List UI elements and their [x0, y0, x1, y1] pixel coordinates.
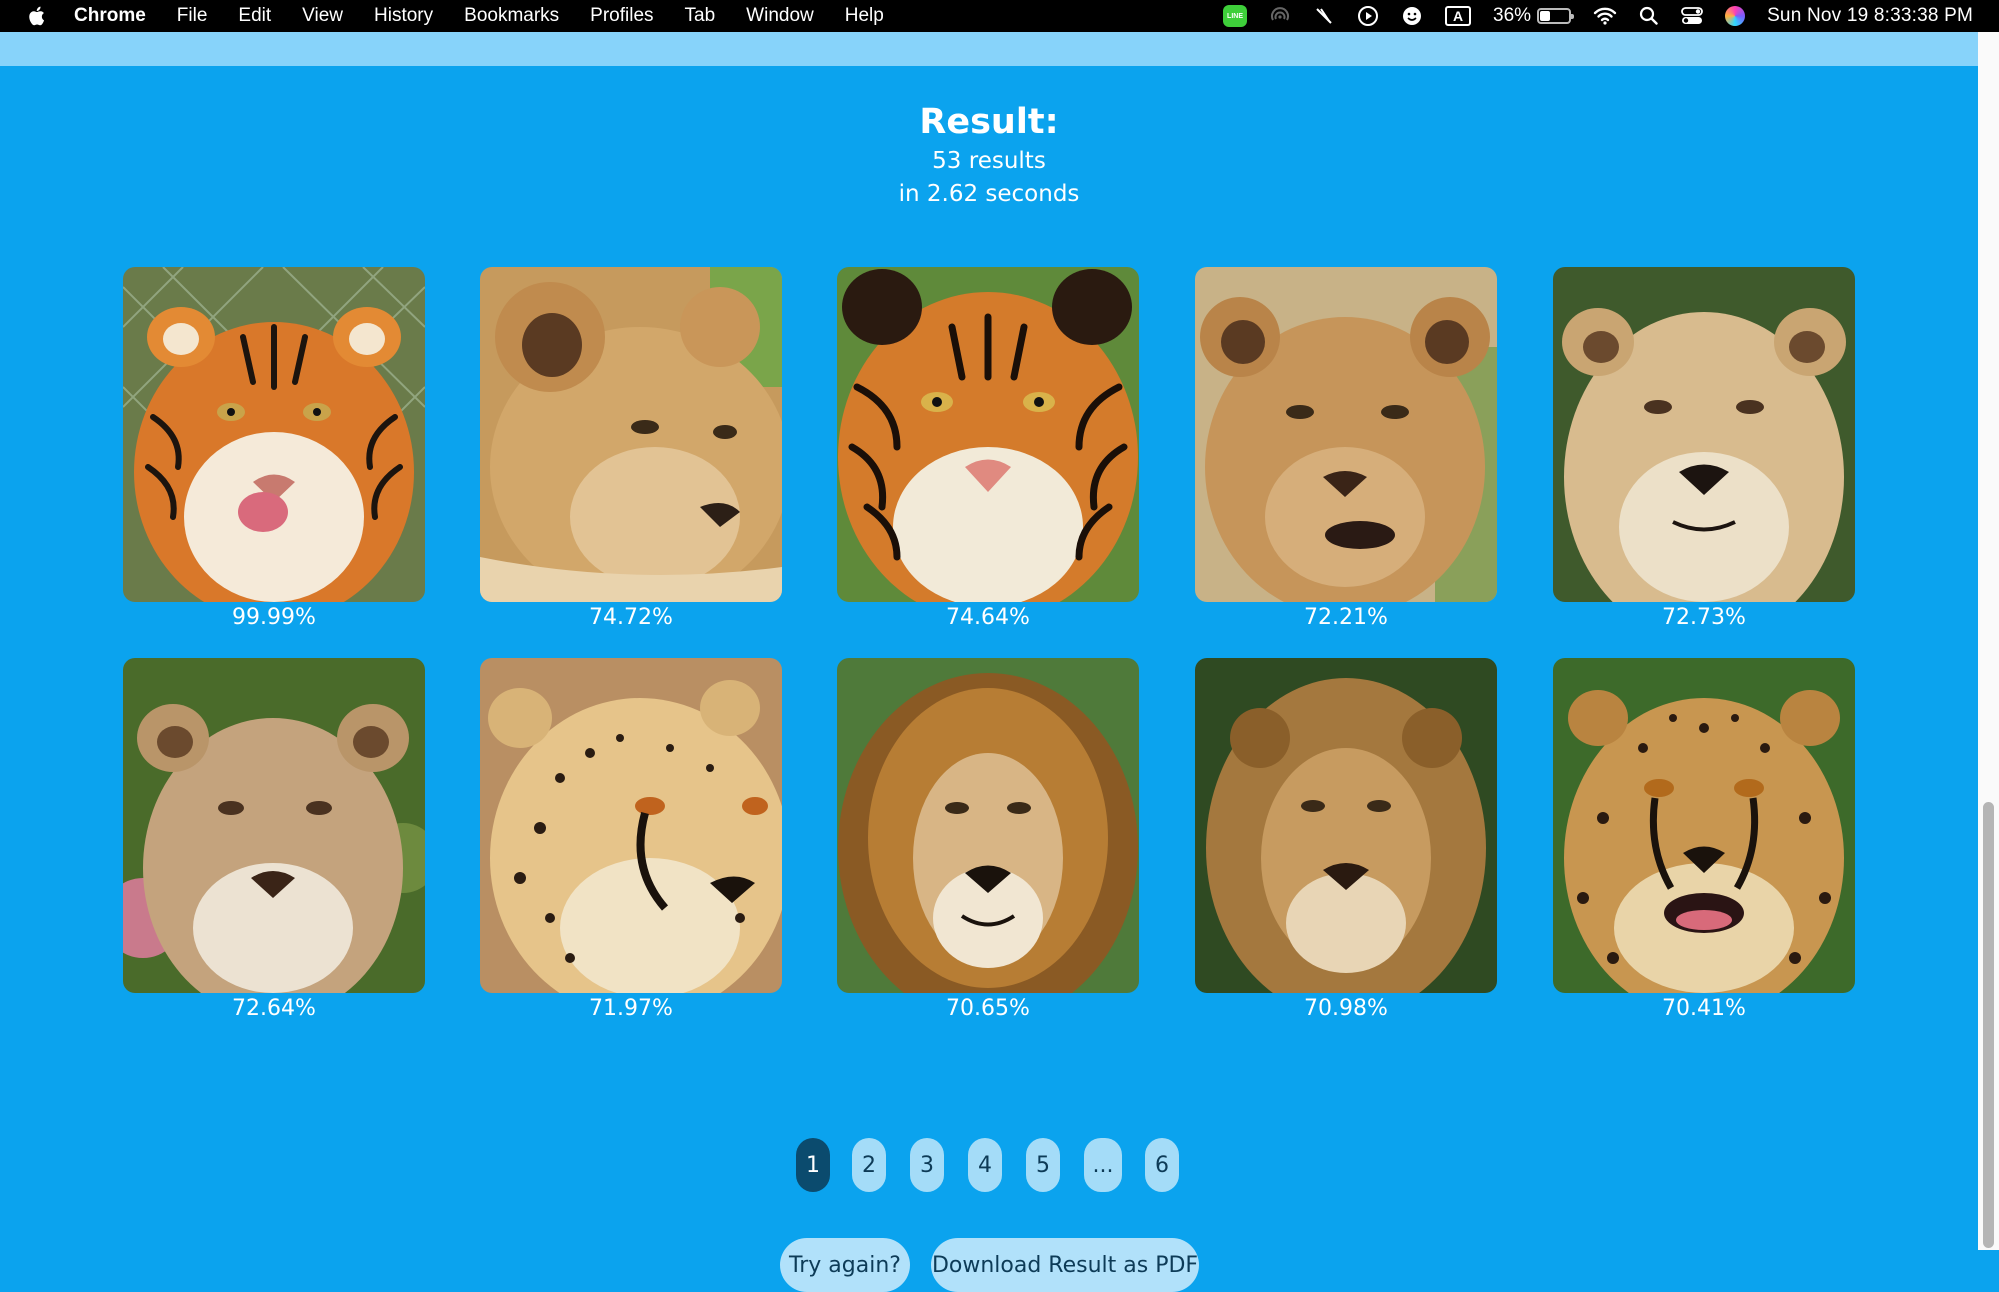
- page-button-3[interactable]: 3: [910, 1138, 944, 1192]
- page-button-4[interactable]: 4: [968, 1138, 1002, 1192]
- lioness-photo[interactable]: [123, 658, 425, 993]
- result-card: 72.73%: [1553, 267, 1855, 630]
- similarity-score: 72.64%: [232, 996, 316, 1021]
- wifi-icon[interactable]: [1593, 6, 1617, 26]
- page-ellipsis-button[interactable]: ...: [1084, 1138, 1122, 1192]
- menu-bookmarks[interactable]: Bookmarks: [464, 5, 559, 27]
- scrollbar-thumb[interactable]: [1983, 802, 1994, 1248]
- line-app-icon[interactable]: LINE: [1223, 5, 1248, 27]
- result-count: 53 results: [932, 148, 1046, 174]
- status-area: LINE A 36% Sun Nov 19 8:33:38 PM: [1223, 0, 1999, 32]
- tiger-photo[interactable]: [123, 267, 425, 602]
- menu-tab[interactable]: Tab: [685, 5, 716, 27]
- play-circle-icon[interactable]: [1357, 5, 1379, 27]
- similarity-score: 99.99%: [232, 605, 316, 630]
- similarity-score: 72.73%: [1662, 605, 1746, 630]
- page-button-1[interactable]: 1: [796, 1138, 830, 1192]
- result-title: Result:: [919, 102, 1059, 142]
- result-card: 72.64%: [123, 658, 425, 1021]
- menu-help[interactable]: Help: [845, 5, 884, 27]
- menu-window[interactable]: Window: [746, 5, 814, 27]
- input-source-icon[interactable]: A: [1445, 6, 1472, 26]
- lion-cub-photo[interactable]: [480, 267, 782, 602]
- cheetah-photo[interactable]: [1553, 658, 1855, 993]
- menu-edit[interactable]: Edit: [238, 5, 271, 27]
- spotlight-search-icon[interactable]: [1639, 6, 1659, 26]
- apple-logo-icon[interactable]: [26, 5, 46, 27]
- lioness-photo[interactable]: [1195, 267, 1497, 602]
- battery-icon[interactable]: [1537, 8, 1575, 24]
- menu-history[interactable]: History: [374, 5, 433, 27]
- menu-bar: Chrome File Edit View History Bookmarks …: [0, 0, 1999, 32]
- similarity-score: 72.21%: [1304, 605, 1388, 630]
- lion-photo[interactable]: [837, 658, 1139, 993]
- control-center-icon[interactable]: [1681, 6, 1703, 26]
- result-card: 70.98%: [1195, 658, 1497, 1021]
- page-button-2[interactable]: 2: [852, 1138, 886, 1192]
- menubar-clock[interactable]: Sun Nov 19 8:33:38 PM: [1767, 5, 1973, 27]
- smiley-icon[interactable]: [1401, 5, 1423, 27]
- page-button-6[interactable]: 6: [1145, 1138, 1179, 1192]
- result-card: 74.64%: [837, 267, 1139, 630]
- similarity-score: 71.97%: [589, 996, 673, 1021]
- download-pdf-button[interactable]: Download Result as PDF: [931, 1238, 1199, 1292]
- menu-profiles[interactable]: Profiles: [590, 5, 653, 27]
- result-time: in 2.62 seconds: [898, 181, 1080, 207]
- similarity-score: 70.98%: [1304, 996, 1388, 1021]
- battery-percent: 36%: [1493, 5, 1532, 26]
- result-card: 71.97%: [480, 658, 782, 1021]
- cheetah-photo[interactable]: [480, 658, 782, 993]
- airdrop-icon[interactable]: [1269, 5, 1291, 27]
- menu-view[interactable]: View: [302, 5, 343, 27]
- result-card: 99.99%: [123, 267, 425, 630]
- main-content: Result: 53 results in 2.62 seconds 99.99…: [0, 66, 1978, 1292]
- result-card: 72.21%: [1195, 267, 1497, 630]
- tiger-photo[interactable]: [837, 267, 1139, 602]
- page-header-strip: [0, 32, 1978, 66]
- page-button-5[interactable]: 5: [1026, 1138, 1060, 1192]
- similarity-score: 70.41%: [1662, 996, 1746, 1021]
- mute-pen-icon[interactable]: [1313, 5, 1335, 27]
- try-again-button[interactable]: Try again?: [780, 1238, 910, 1292]
- menu-app-chrome[interactable]: Chrome: [74, 5, 146, 27]
- lion-photo[interactable]: [1195, 658, 1497, 993]
- menu-file[interactable]: File: [177, 5, 208, 27]
- result-card: 70.41%: [1553, 658, 1855, 1021]
- similarity-score: 70.65%: [946, 996, 1030, 1021]
- siri-icon[interactable]: [1725, 6, 1746, 26]
- result-card: 70.65%: [837, 658, 1139, 1021]
- lioness-photo[interactable]: [1553, 267, 1855, 602]
- result-card: 74.72%: [480, 267, 782, 630]
- similarity-score: 74.72%: [589, 605, 673, 630]
- similarity-score: 74.64%: [946, 605, 1030, 630]
